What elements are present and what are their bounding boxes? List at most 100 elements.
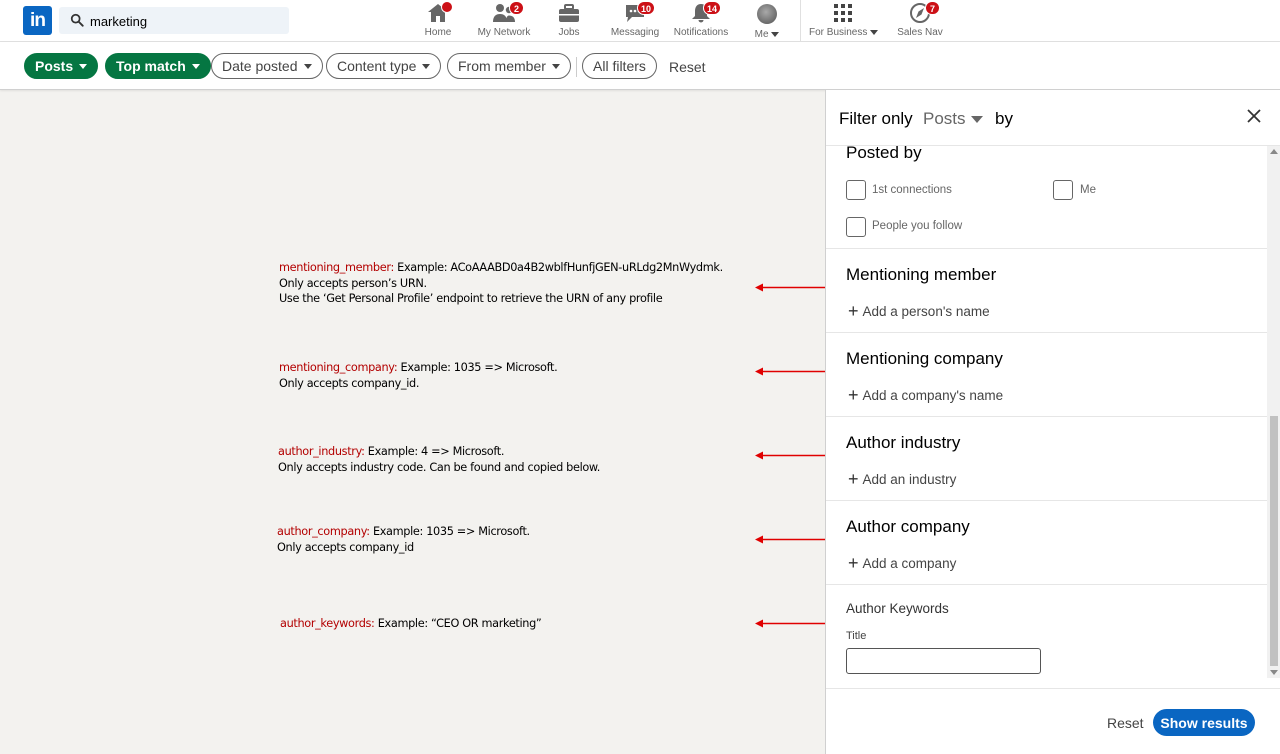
nav-for-business-label: For Business — [809, 27, 868, 38]
nav-sales-nav-label: Sales Nav — [897, 27, 943, 38]
panel-header: Filter only Posts by — [826, 90, 1280, 146]
scroll-down-icon[interactable] — [1270, 670, 1278, 675]
add-person-button[interactable]: + Add a person's name — [848, 300, 990, 321]
annotation-line: Example: 1035 => Microsoft. — [372, 525, 530, 538]
divider — [826, 332, 1267, 333]
caret-down-icon — [79, 63, 88, 69]
red-arrow-icon — [755, 535, 829, 544]
plus-icon: + — [848, 385, 859, 405]
sales-nav-badge: 7 — [925, 1, 940, 15]
content-type-button[interactable]: Content type — [326, 53, 442, 79]
annotation-key: author_company: — [277, 525, 370, 538]
red-arrow-icon — [755, 619, 829, 628]
add-industry-label: Add an industry — [862, 472, 957, 487]
annotation-line: Only accepts company_id. — [279, 376, 420, 390]
me-checkbox[interactable] — [1053, 180, 1073, 200]
filter-divider — [576, 57, 577, 77]
all-filters-button[interactable]: All filters — [582, 53, 657, 79]
show-results-button[interactable]: Show results — [1153, 709, 1255, 736]
caret-down-icon[interactable] — [971, 116, 983, 123]
filter-bar: Posts Top match Date posted Content type… — [0, 42, 1280, 90]
title-input[interactable] — [846, 648, 1041, 674]
panel-type-select[interactable]: Posts — [923, 109, 966, 129]
panel-scrollbar[interactable] — [1267, 146, 1280, 678]
author-industry-title: Author industry — [846, 433, 961, 452]
network-badge: 2 — [509, 1, 524, 15]
nav-my-network-label: My Network — [477, 27, 531, 38]
scroll-up-icon[interactable] — [1270, 149, 1278, 154]
annotation-key: mentioning_company: — [279, 361, 398, 374]
notification-dot — [441, 1, 453, 13]
grid-icon — [834, 4, 852, 22]
annotation-key: author_industry: — [278, 445, 365, 458]
caret-down-icon — [303, 63, 312, 69]
caret-down-icon — [551, 63, 560, 69]
date-posted-button[interactable]: Date posted — [211, 53, 323, 79]
posted-by-title: Posted by — [846, 143, 922, 162]
nav-divider — [800, 0, 801, 42]
first-connections-checkbox[interactable] — [846, 180, 866, 200]
plus-icon: + — [848, 301, 859, 321]
red-arrow-icon — [755, 451, 829, 460]
linkedin-logo[interactable]: in — [23, 6, 52, 35]
author-company-title: Author company — [846, 517, 970, 536]
add-company-name-label: Add a company's name — [862, 388, 1004, 403]
mentioning-company-title: Mentioning company — [846, 349, 1003, 368]
nav-jobs[interactable]: Jobs — [555, 2, 583, 40]
search-input[interactable]: marketing — [90, 14, 147, 29]
people-you-follow-checkbox[interactable] — [846, 217, 866, 237]
add-person-label: Add a person's name — [862, 304, 990, 319]
reset-filters-link[interactable]: Reset — [669, 59, 706, 75]
nav-me[interactable]: Me — [752, 2, 782, 40]
posts-filter-button[interactable]: Posts — [24, 53, 99, 79]
me-label[interactable]: Me — [1080, 184, 1096, 196]
avatar — [757, 4, 777, 24]
red-arrow-icon — [755, 283, 829, 292]
add-company-name-button[interactable]: + Add a company's name — [848, 384, 1003, 405]
notifications-badge: 14 — [702, 1, 721, 15]
filter-panel: Filter only Posts by Posted by 1st conne… — [825, 90, 1280, 754]
divider — [826, 500, 1267, 501]
top-nav: in marketing Home 2 My Network Jobs 10 M… — [0, 0, 1280, 42]
chevron-down-icon — [870, 29, 879, 35]
add-company-button[interactable]: + Add a company — [848, 552, 956, 573]
reset-button[interactable]: Reset — [1107, 715, 1144, 731]
nav-sales-nav[interactable]: 7 Sales Nav — [897, 1, 943, 40]
divider — [826, 248, 1267, 249]
nav-messaging[interactable]: 10 Messaging — [610, 1, 660, 40]
content-type-label: Content type — [337, 58, 417, 74]
nav-for-business-row: For Business — [809, 27, 879, 38]
nav-me-label: Me — [754, 29, 769, 40]
annotation-line: Example: “CEO OR marketing” — [377, 617, 542, 630]
search-bar[interactable]: marketing — [59, 7, 289, 34]
add-industry-button[interactable]: + Add an industry — [848, 468, 956, 489]
plus-icon: + — [848, 469, 859, 489]
divider — [826, 416, 1267, 417]
first-connections-label[interactable]: 1st connections — [872, 184, 952, 196]
messaging-badge: 10 — [636, 1, 655, 15]
nav-home[interactable]: Home — [421, 1, 455, 40]
add-company-label: Add a company — [862, 556, 957, 571]
top-match-button[interactable]: Top match — [105, 53, 211, 79]
annotation-line: Example: ACoAAABD0a4B2wblfHunfjGEN-uRLdg… — [397, 261, 723, 274]
from-member-label: From member — [458, 58, 546, 74]
annotation-author-keywords: author_keywords: Example: “CEO OR market… — [280, 616, 542, 632]
author-keywords-title: Author Keywords — [846, 601, 949, 616]
annotation-line: Use the ‘Get Personal Profile’ endpoint … — [279, 292, 663, 305]
annotation-line: Only accepts company_id — [277, 540, 414, 554]
divider — [826, 584, 1267, 585]
people-you-follow-label[interactable]: People you follow — [872, 220, 962, 232]
scrollbar-thumb[interactable] — [1270, 416, 1278, 666]
date-posted-label: Date posted — [222, 58, 298, 74]
nav-my-network[interactable]: 2 My Network — [472, 1, 536, 40]
annotation-mentioning-member: mentioning_member: Example: ACoAAABD0a4B… — [279, 260, 723, 307]
annotation-line: Example: 1035 => Microsoft. — [400, 361, 558, 374]
nav-notifications[interactable]: 14 Notifications — [672, 1, 730, 40]
nav-for-business[interactable]: For Business — [809, 2, 879, 40]
close-icon[interactable] — [1245, 107, 1263, 125]
from-member-button[interactable]: From member — [447, 53, 571, 79]
plus-icon: + — [848, 553, 859, 573]
annotation-key: mentioning_member: — [279, 261, 394, 274]
nav-home-label: Home — [424, 27, 452, 38]
caret-down-icon — [191, 63, 200, 69]
